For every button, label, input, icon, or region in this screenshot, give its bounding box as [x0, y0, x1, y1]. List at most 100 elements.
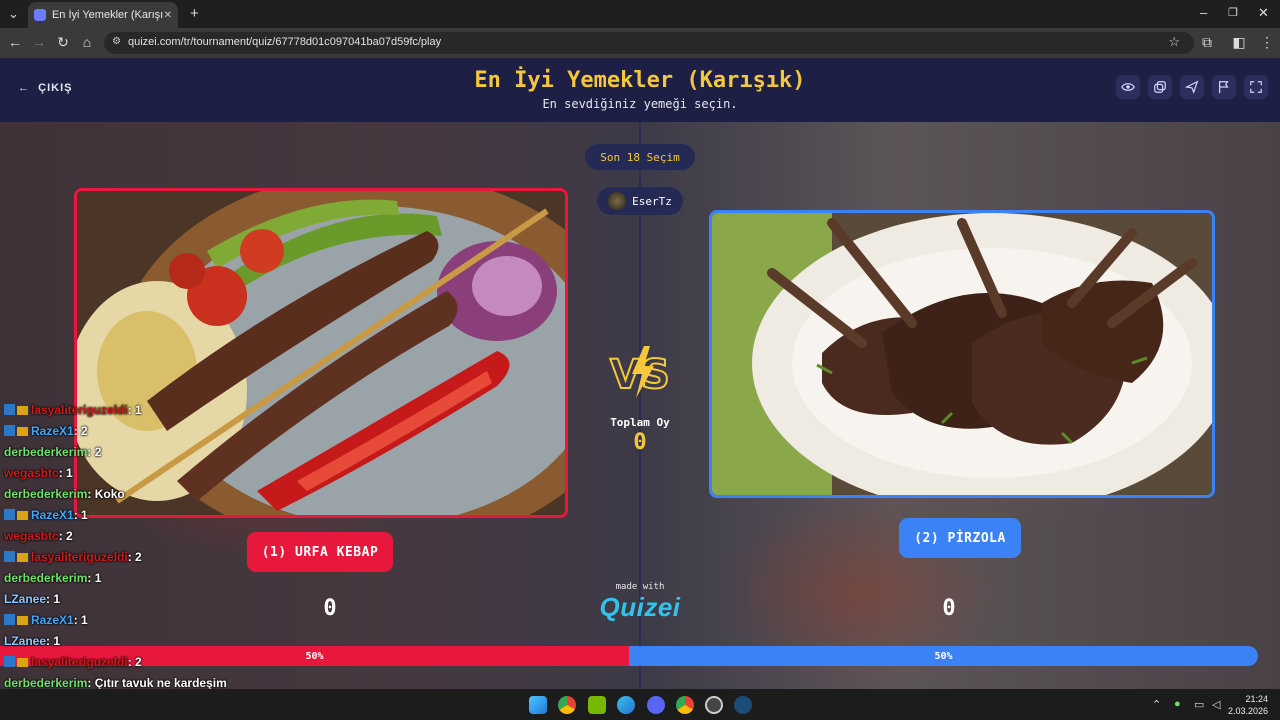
chat-username[interactable]: derbederkerim — [4, 676, 87, 690]
discord-icon[interactable] — [647, 696, 665, 714]
quizei-logo[interactable]: Quizei — [596, 592, 684, 623]
nvidia-icon[interactable] — [588, 696, 606, 714]
page-title: En İyi Yemekler (Karışık) — [474, 68, 806, 93]
tab-favicon-icon — [34, 9, 46, 21]
bookmark-star-icon[interactable]: ☆ — [1168, 34, 1180, 50]
reload-icon[interactable]: ↻ — [54, 34, 72, 51]
chat-username[interactable]: LZanee — [4, 634, 46, 648]
profile-icon[interactable]: ◧ — [1230, 34, 1248, 51]
page-subtitle: En sevdiğiniz yemeği seçin. — [542, 97, 738, 111]
steam-icon[interactable] — [734, 696, 752, 714]
eye-icon — [1121, 83, 1135, 91]
chat-message: derbederkerim: 1 — [4, 568, 304, 589]
restore-icon[interactable]: ❐ — [1228, 6, 1238, 19]
send-icon — [1185, 80, 1199, 94]
chat-badges-icon — [4, 505, 31, 526]
chat-username[interactable]: wegasbtc — [4, 529, 59, 543]
home-icon[interactable]: ⌂ — [78, 34, 96, 50]
fullscreen-button[interactable] — [1244, 75, 1268, 99]
chat-text: : 1 — [46, 634, 61, 648]
network-icon[interactable]: ▭ — [1194, 698, 1204, 711]
site-info-icon[interactable]: ⚙ — [112, 36, 121, 47]
taskbar: ⌃ ● ▭ ◁ 21:24 2.03.2026 — [0, 689, 1280, 720]
minimize-icon[interactable]: – — [1200, 5, 1207, 20]
chat-username[interactable]: RazeX1 — [31, 508, 74, 522]
chat-overlay: lasyaliteriguzeldi: 1 RazeX1: 2 derbederke… — [4, 400, 304, 715]
chat-message: lasyaliteriguzeldi: 2 — [4, 652, 304, 673]
chat-username[interactable]: lasyaliteriguzeldi — [31, 550, 128, 564]
chat-username[interactable]: lasyaliteriguzeldi — [31, 403, 128, 417]
chat-text: : 2 — [58, 529, 73, 543]
copy-icon — [1154, 81, 1166, 93]
user-pill: EserTz — [597, 187, 683, 215]
chat-message: lasyaliteriguzeldi: 2 — [4, 547, 304, 568]
volume-icon[interactable]: ◁ — [1212, 698, 1220, 711]
copy-button[interactable] — [1148, 75, 1172, 99]
pirzola-image — [712, 213, 1212, 495]
browser-tab[interactable]: En İyi Yemekler (Karışık) - Tier L ✕ — [28, 2, 178, 28]
option-right-card[interactable] — [709, 210, 1215, 498]
right-vote-count: 0 — [942, 596, 956, 621]
chat-username[interactable]: LZanee — [4, 592, 46, 606]
chat-username[interactable]: RazeX1 — [31, 613, 74, 627]
share-button[interactable] — [1180, 75, 1204, 99]
chat-badges-icon — [4, 652, 31, 673]
chat-message: wegasbtc: 1 — [4, 463, 304, 484]
chat-username[interactable]: derbederkerim — [4, 571, 87, 585]
chat-text: : 2 — [73, 424, 88, 438]
tray-chevron-icon[interactable]: ⌃ — [1152, 698, 1161, 711]
chat-username[interactable]: derbederkerim — [4, 445, 87, 459]
address-bar[interactable]: ⚙ quizei.com/tr/tournament/quiz/67778d01… — [104, 32, 1194, 54]
menu-icon[interactable]: ⋮ — [1258, 34, 1276, 51]
chrome-icon[interactable] — [558, 696, 576, 714]
chat-username[interactable]: RazeX1 — [31, 424, 74, 438]
clock-app-icon[interactable] — [705, 696, 723, 714]
system-clock[interactable]: 21:24 2.03.2026 — [1228, 693, 1268, 717]
chat-badges-icon — [4, 421, 31, 442]
total-votes-label: Toplam Oy — [610, 416, 670, 429]
fullscreen-icon — [1250, 81, 1262, 93]
chat-text: : 1 — [87, 571, 102, 585]
made-with-label: made with — [615, 582, 665, 592]
browser-tab-strip: ⌄ En İyi Yemekler (Karışık) - Tier L ✕ +… — [0, 0, 1280, 28]
avatar — [608, 192, 627, 210]
start-icon[interactable] — [529, 696, 547, 714]
option-right-button[interactable]: (2) PİRZOLA — [899, 518, 1021, 558]
chat-text: : 1 — [127, 403, 142, 417]
clock-time: 21:24 — [1245, 694, 1268, 704]
forward-icon[interactable]: → — [30, 34, 48, 50]
flag-icon — [1219, 81, 1229, 94]
total-votes-value: 0 — [633, 430, 647, 455]
chat-text: : Çıtır tavuk ne kardeşim — [87, 676, 227, 690]
chat-message: RazeX1: 1 — [4, 610, 304, 631]
view-button[interactable] — [1116, 75, 1140, 99]
chat-username[interactable]: lasyaliteriguzeldi — [31, 655, 128, 669]
chrome-active-icon[interactable] — [676, 696, 694, 714]
chat-message: derbederkerim: Koko — [4, 484, 304, 505]
chat-badges-icon — [4, 547, 31, 568]
app-header: ← ÇIKIŞ En İyi Yemekler (Karışık) En sev… — [0, 58, 1280, 122]
chat-text: : 1 — [73, 508, 88, 522]
report-button[interactable] — [1212, 75, 1236, 99]
edge-icon[interactable] — [617, 696, 635, 714]
tab-search-icon[interactable]: ⌄ — [8, 6, 19, 22]
extensions-icon[interactable]: ⧉ — [1198, 34, 1216, 51]
chat-text: : 1 — [46, 592, 61, 606]
new-tab-icon[interactable]: + — [190, 5, 199, 22]
chat-username[interactable]: wegasbtc — [4, 466, 59, 480]
window-close-icon[interactable]: ✕ — [1258, 5, 1269, 21]
microphone-icon[interactable]: ● — [1174, 698, 1181, 710]
browser-toolbar: ← → ↻ ⌂ ⚙ quizei.com/tr/tournament/quiz/… — [0, 28, 1280, 58]
back-icon[interactable]: ← — [6, 34, 24, 50]
left-vote-count: 0 — [323, 596, 337, 621]
chat-username[interactable]: derbederkerim — [4, 487, 87, 501]
versus-icon: VS — [609, 346, 671, 399]
user-name: EserTz — [632, 194, 672, 208]
chat-message: wegasbtc: 2 — [4, 526, 304, 547]
chat-message: lasyaliteriguzeldi: 1 — [4, 400, 304, 421]
url-text[interactable]: quizei.com/tr/tournament/quiz/67778d01c0… — [128, 36, 441, 48]
chat-text: : 1 — [58, 466, 73, 480]
chat-text: : Koko — [87, 487, 125, 501]
tab-close-icon[interactable]: ✕ — [164, 10, 172, 21]
round-pill: Son 18 Seçim — [585, 144, 695, 170]
